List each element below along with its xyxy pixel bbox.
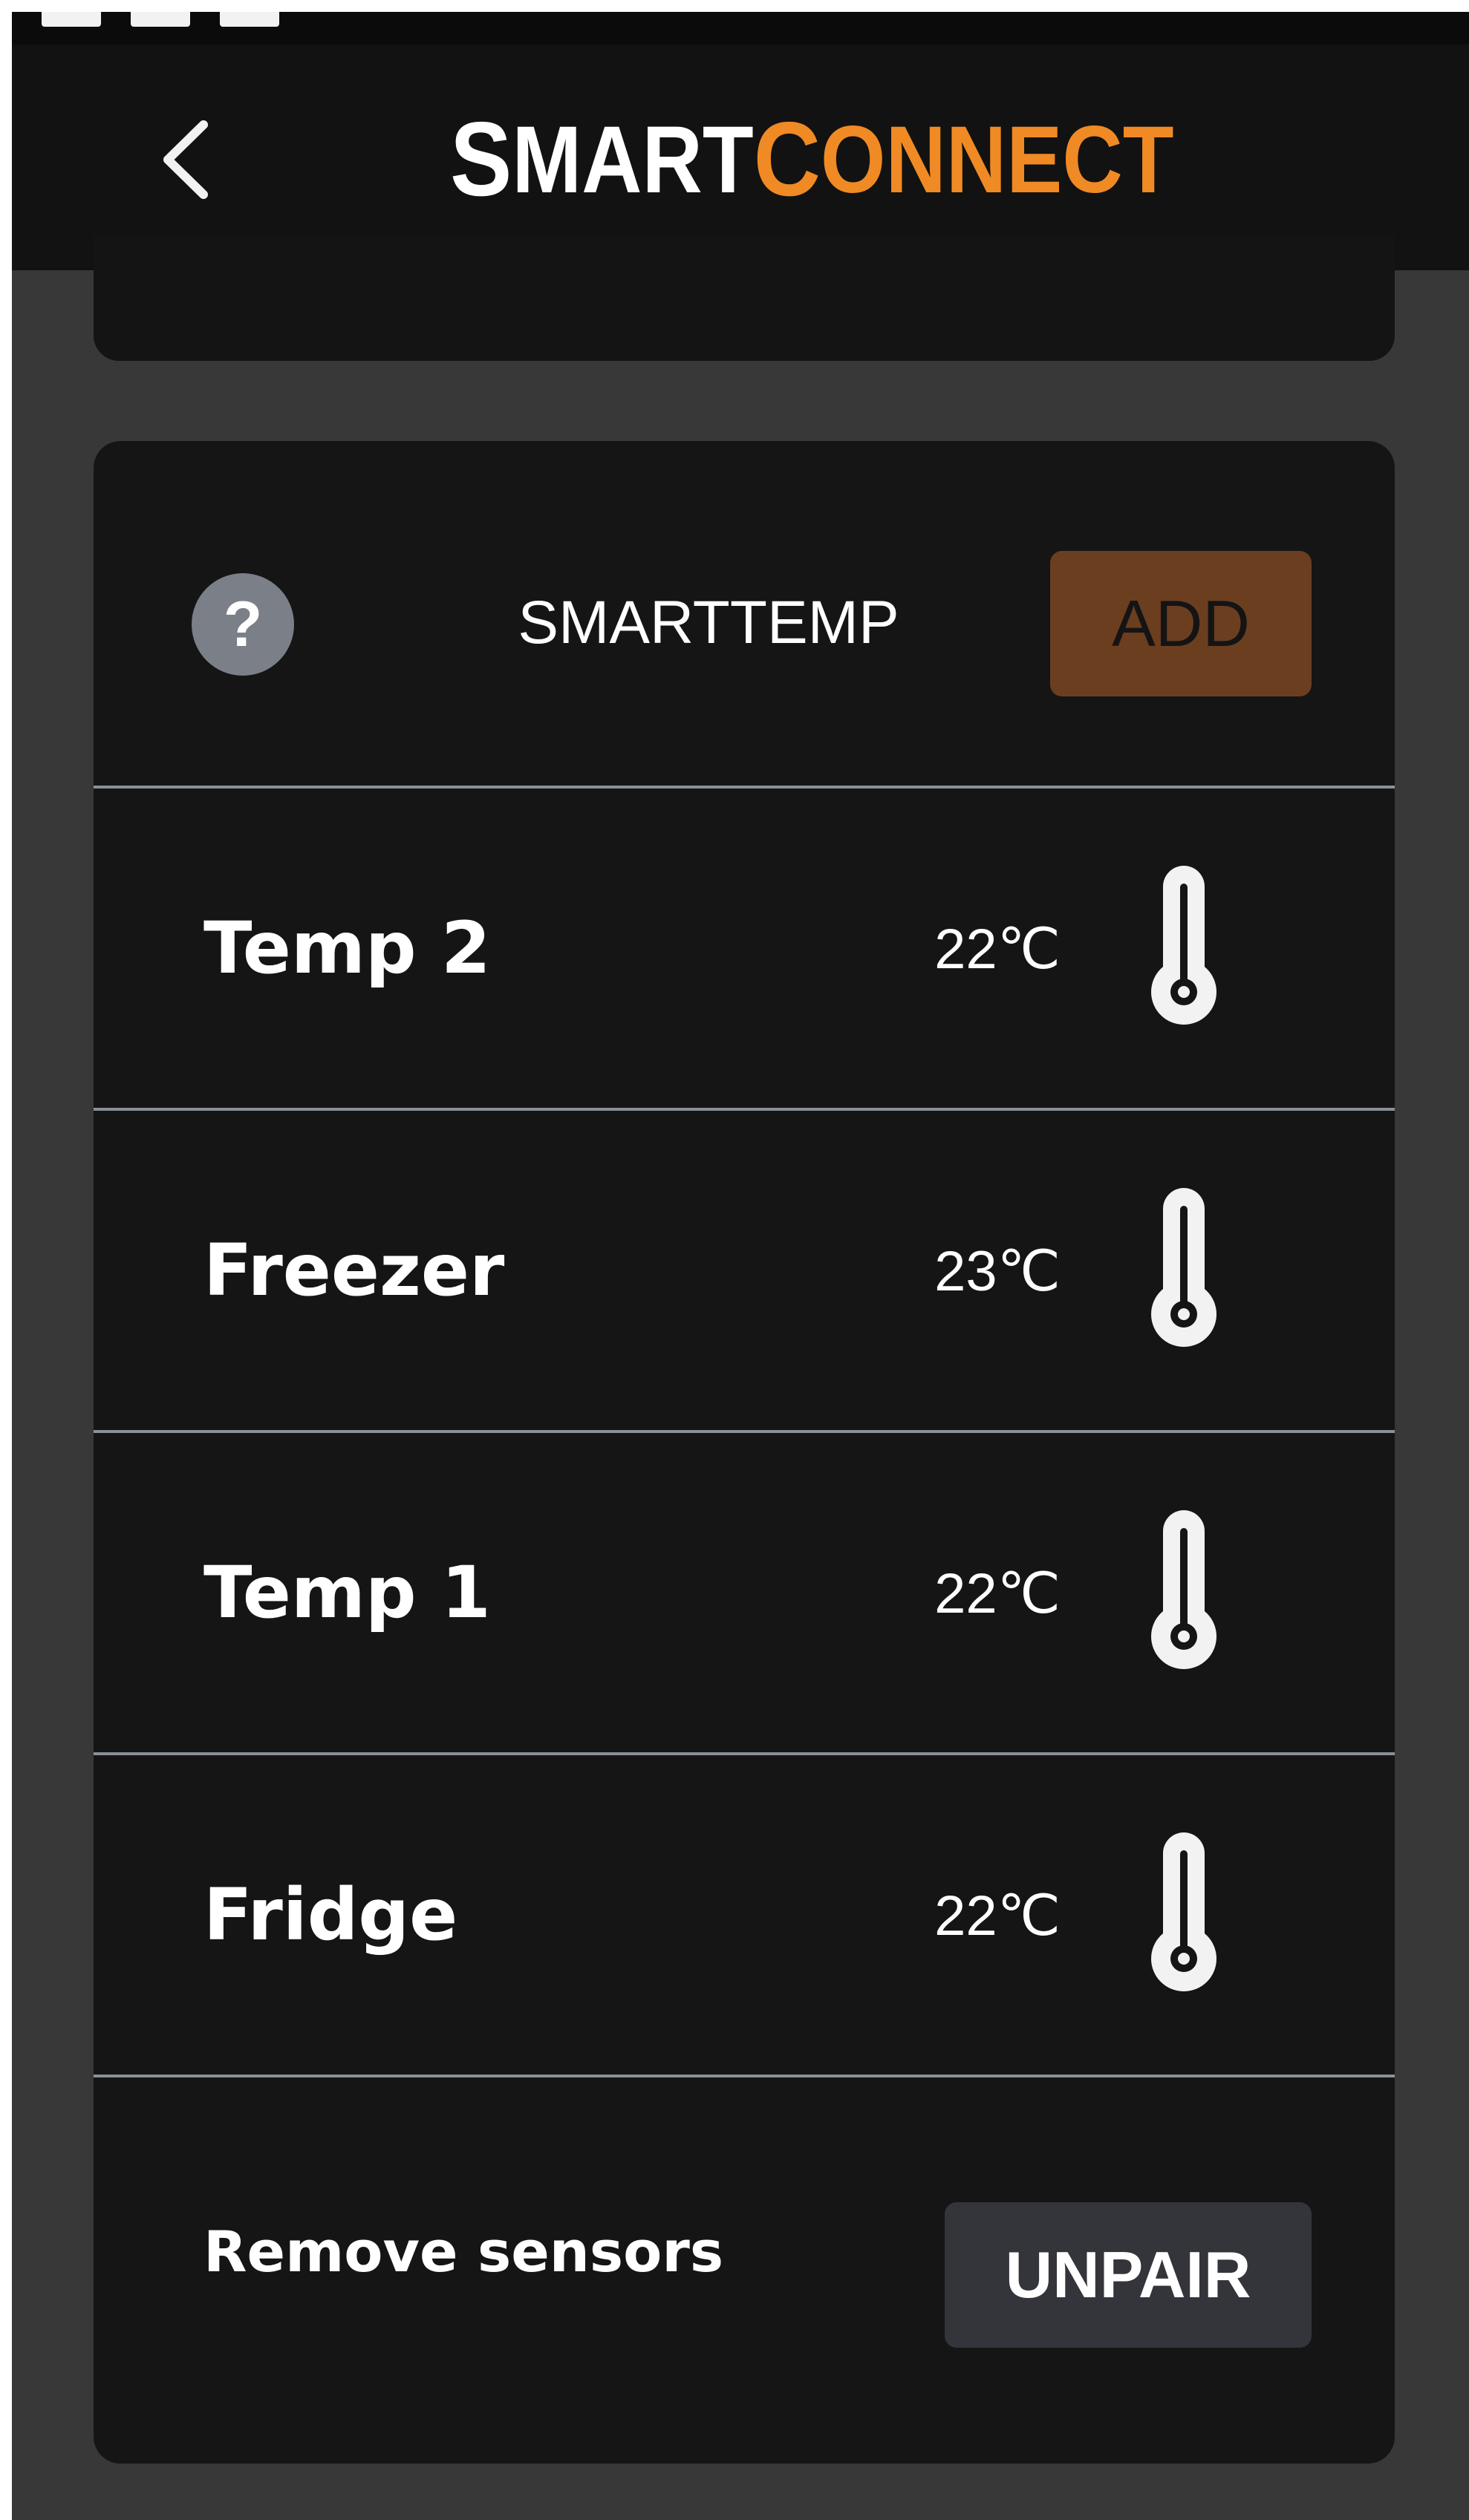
thermometer-icon <box>1151 1188 1216 1347</box>
thermometer-icon <box>1151 1510 1216 1669</box>
notification-icon <box>42 12 101 27</box>
back-button[interactable] <box>138 111 235 208</box>
logo-text-smart: MART <box>512 106 754 213</box>
smarttemp-card: ? SMARTTEMP ADD Temp 2 22℃ Freezer 23℃ T… <box>94 441 1395 2464</box>
thermometer-icon <box>1151 1832 1216 1991</box>
sensor-name: Freezer <box>203 1229 505 1312</box>
sensor-row-temp-2[interactable]: Temp 2 22℃ <box>94 789 1395 1108</box>
logo-text-smart-initial: S <box>450 100 512 218</box>
sensor-temperature: 22℃ <box>934 1884 1061 1948</box>
sensor-row-fridge[interactable]: Fridge 22℃ <box>94 1755 1395 2075</box>
smartconnect-logo: S MART C ONNECT <box>450 100 1174 218</box>
sensor-temperature: 22℃ <box>934 1561 1061 1625</box>
sensor-name: Temp 1 <box>203 1551 491 1634</box>
sensor-temperature: 22℃ <box>934 917 1061 981</box>
sensor-row-temp-1[interactable]: Temp 1 22℃ <box>94 1433 1395 1752</box>
sensor-name: Fridge <box>203 1873 458 1956</box>
thermometer-icon <box>1151 866 1216 1025</box>
card-header: ? SMARTTEMP ADD <box>94 441 1395 789</box>
status-notification-icons <box>42 12 279 27</box>
add-button[interactable]: ADD <box>1050 551 1312 696</box>
logo-text-connect-initial: C <box>753 100 821 218</box>
help-button[interactable]: ? <box>192 573 294 676</box>
sensor-temperature: 23℃ <box>934 1239 1061 1303</box>
chevron-left-icon <box>163 120 208 199</box>
previous-card <box>94 235 1395 361</box>
logo-text-connect: ONNECT <box>820 106 1174 213</box>
app-screen: S MART C ONNECT ? SMARTTEMP ADD Temp 2 22℃ <box>12 12 1469 2520</box>
unpair-button[interactable]: UNPAIR <box>945 2202 1312 2348</box>
status-bar <box>12 12 1469 45</box>
notification-icon <box>220 12 279 27</box>
section-title: SMARTTEMP <box>518 589 899 656</box>
remove-sensors-label: Remove sensors <box>203 2218 724 2285</box>
sensor-row-freezer[interactable]: Freezer 23℃ <box>94 1111 1395 1430</box>
help-icon: ? <box>223 588 263 660</box>
notification-icon <box>131 12 190 27</box>
sensor-name: Temp 2 <box>203 907 491 990</box>
remove-sensors-row: Remove sensors UNPAIR <box>94 2077 1395 2425</box>
